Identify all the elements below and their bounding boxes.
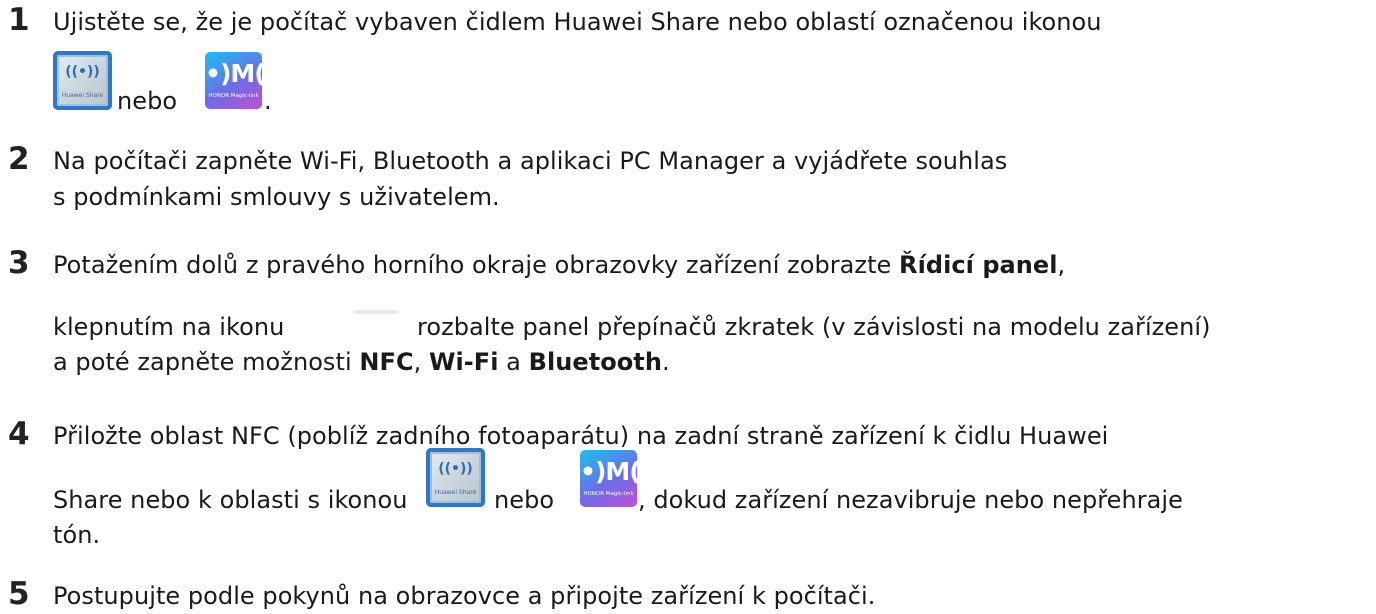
step-text-line: Potažením dolů z pravého horního okraje … (53, 251, 1066, 279)
expand-toggle-icon (353, 310, 399, 314)
step-number: 4 (8, 416, 30, 452)
step-text-inline: nebo (494, 486, 555, 514)
step-number: 3 (8, 245, 30, 281)
step-text-inline: nebo (117, 87, 178, 115)
wifi-term: Wi-Fi (428, 348, 499, 376)
step-text-line: Na počítači zapněte Wi-Fi, Bluetooth a a… (53, 147, 1008, 175)
step-text-line: Share nebo k oblasti s ikonou (53, 486, 408, 514)
step-text-inline: rozbalte panel přepínačů zkratek (v závi… (417, 313, 1211, 341)
honor-magic-link-icon: •)M(• HONOR Magic-link (580, 450, 637, 507)
step-text-line: a poté zapněte možnosti NFC, Wi-Fi a Blu… (53, 348, 670, 376)
step-text-inline: . (264, 87, 272, 115)
instruction-steps: 1 Ujistěte se, že je počítač vybaven čid… (0, 0, 1376, 614)
step-text-line: Přiložte oblast NFC (poblíž zadního foto… (53, 422, 1109, 450)
step-1: 1 Ujistěte se, že je počítač vybaven čid… (0, 0, 1376, 125)
step-text-line: Ujistěte se, že je počítač vybaven čidle… (53, 8, 1102, 36)
step-5: 5 Postupujte podle pokynů na obrazovce a… (0, 576, 1376, 614)
step-2: 2 Na počítači zapněte Wi-Fi, Bluetooth a… (0, 140, 1376, 220)
step-number: 5 (8, 576, 30, 612)
honor-magic-link-icon: •)M(• HONOR Magic-link (205, 52, 262, 109)
step-text-line: s podmínkami smlouvy s uživatelem. (53, 183, 500, 211)
step-text-line: tón. (53, 521, 101, 549)
huawei-share-icon: ((•)) Huawei Share (53, 51, 112, 110)
step-number: 1 (8, 2, 30, 38)
step-text-inline: , dokud zařízení nezavibruje nebo nepřeh… (638, 486, 1183, 514)
bluetooth-term: Bluetooth (528, 348, 662, 376)
step-3: 3 Potažením dolů z pravého horního okraj… (0, 245, 1376, 395)
nfc-term: NFC (359, 348, 414, 376)
control-panel-term: Řídicí panel (899, 251, 1058, 279)
step-number: 2 (8, 141, 30, 177)
step-4: 4 Přiložte oblast NFC (poblíž zadního fo… (0, 414, 1376, 564)
step-text-line: Postupujte podle pokynů na obrazovce a p… (53, 582, 876, 610)
huawei-share-icon: ((•)) Huawei Share (426, 448, 485, 507)
step-text-line: klepnutím na ikonu (53, 313, 285, 341)
